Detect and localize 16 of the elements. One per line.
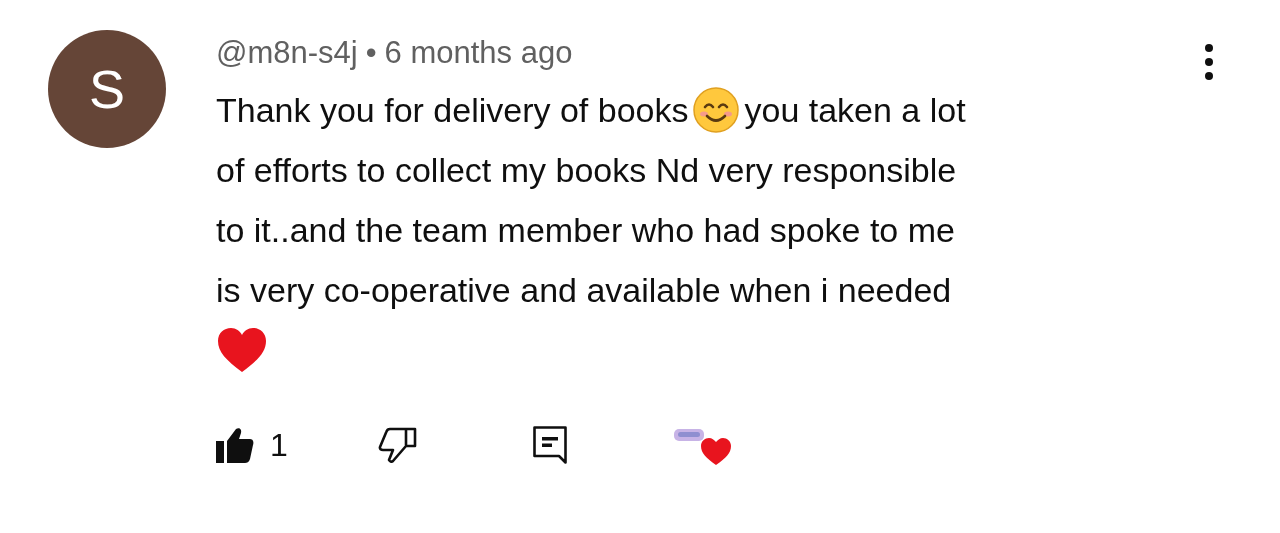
separator-dot: • bbox=[365, 34, 377, 72]
comment-time[interactable]: 6 months ago bbox=[384, 30, 573, 76]
smiling-face-icon bbox=[692, 86, 741, 134]
comment-text: of efforts to collect my books Nd very responsible bbox=[216, 150, 957, 191]
comment-text: Thank you for delivery of books bbox=[216, 90, 689, 131]
like-icon[interactable] bbox=[216, 427, 254, 463]
reply-icon[interactable] bbox=[532, 426, 567, 464]
like-count: 1 bbox=[270, 426, 288, 465]
comment-text: you taken a lot bbox=[744, 90, 966, 131]
dislike-icon[interactable] bbox=[377, 427, 418, 463]
heart-icon bbox=[216, 326, 268, 374]
user-avatar[interactable]: S bbox=[48, 30, 166, 148]
author-name[interactable]: @m8n-s4j bbox=[216, 30, 358, 76]
comment-text: to it..and the team member who had spoke to me bbox=[216, 210, 955, 251]
menu-icon[interactable] bbox=[1204, 44, 1214, 80]
comment-text: is very co-operative and available when i needed bbox=[216, 270, 952, 311]
